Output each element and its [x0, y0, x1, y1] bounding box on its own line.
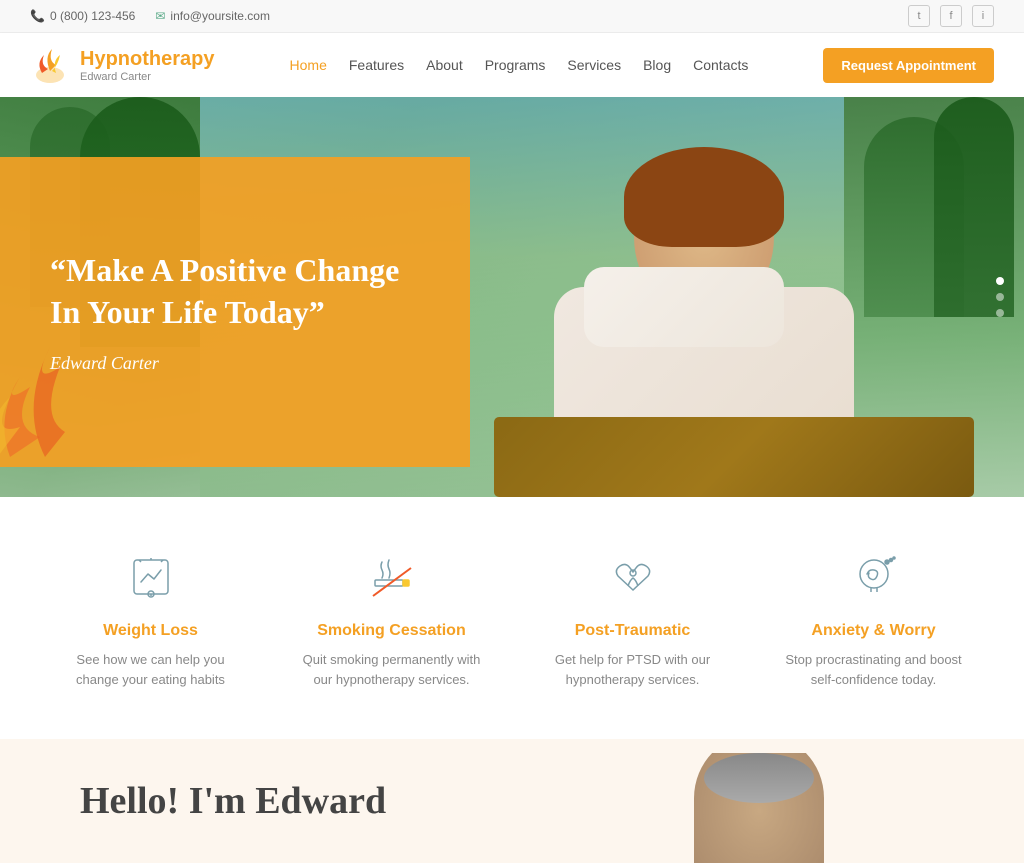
services-section: Weight Loss See how we can help you chan… — [0, 497, 1024, 739]
hello-title: Hello! I'm Edward — [80, 779, 386, 823]
service-smoking-cessation: Smoking Cessation Quit smoking permanent… — [271, 547, 512, 689]
slide-dots — [996, 277, 1004, 317]
slide-dot-3[interactable] — [996, 309, 1004, 317]
email-contact: ✉ info@yoursite.com — [155, 9, 270, 23]
nav-contacts[interactable]: Contacts — [693, 57, 748, 73]
nav-features[interactable]: Features — [349, 57, 404, 73]
weight-loss-desc: See how we can help you change your eati… — [61, 650, 241, 689]
nav-about[interactable]: About — [426, 57, 463, 73]
logo-text: Hypnotherapy Edward Carter — [80, 48, 214, 83]
hero-quote-overlay: “Make A Positive Change In Your Life Tod… — [0, 157, 470, 467]
header: Hypnotherapy Edward Carter Home Features… — [0, 33, 1024, 97]
post-traumatic-desc: Get help for PTSD with our hypnotherapy … — [543, 650, 723, 689]
slide-dot-1[interactable] — [996, 277, 1004, 285]
flame-decoration — [0, 277, 120, 477]
hello-person-image — [694, 753, 824, 863]
top-bar-contacts: 📞 0 (800) 123-456 ✉ info@yoursite.com — [30, 9, 270, 23]
top-bar: 📞 0 (800) 123-456 ✉ info@yoursite.com t … — [0, 0, 1024, 33]
social-links: t f i — [908, 5, 994, 27]
anxiety-worry-title: Anxiety & Worry — [773, 622, 974, 640]
hello-section: Hello! I'm Edward — [0, 739, 1024, 863]
logo-icon — [30, 45, 70, 85]
nav-programs[interactable]: Programs — [485, 57, 546, 73]
hero-image — [494, 127, 974, 497]
email-address: info@yoursite.com — [170, 9, 270, 23]
weight-loss-title: Weight Loss — [50, 622, 251, 640]
nav-home[interactable]: Home — [290, 57, 327, 73]
post-traumatic-title: Post-Traumatic — [532, 622, 733, 640]
phone-number: 0 (800) 123-456 — [50, 9, 135, 23]
service-post-traumatic: Post-Traumatic Get help for PTSD with ou… — [512, 547, 753, 689]
main-nav: Home Features About Programs Services Bl… — [290, 57, 749, 73]
smoking-cessation-icon — [362, 547, 422, 607]
service-anxiety-worry: Anxiety & Worry Stop procrastinating and… — [753, 547, 994, 689]
post-traumatic-icon — [603, 547, 663, 607]
logo[interactable]: Hypnotherapy Edward Carter — [30, 45, 214, 85]
email-icon: ✉ — [155, 9, 165, 23]
smoking-cessation-title: Smoking Cessation — [291, 622, 492, 640]
phone-icon: 📞 — [30, 9, 45, 23]
smoking-cessation-desc: Quit smoking permanently with our hypnot… — [302, 650, 482, 689]
anxiety-worry-icon — [844, 547, 904, 607]
instagram-icon[interactable]: i — [972, 5, 994, 27]
twitter-icon[interactable]: t — [908, 5, 930, 27]
service-weight-loss: Weight Loss See how we can help you chan… — [30, 547, 271, 689]
slide-dot-2[interactable] — [996, 293, 1004, 301]
nav-services[interactable]: Services — [567, 57, 621, 73]
request-appointment-button[interactable]: Request Appointment — [823, 48, 994, 83]
facebook-icon[interactable]: f — [940, 5, 962, 27]
hero-section: “Make A Positive Change In Your Life Tod… — [0, 97, 1024, 497]
nav-blog[interactable]: Blog — [643, 57, 671, 73]
anxiety-worry-desc: Stop procrastinating and boost self-conf… — [784, 650, 964, 689]
brand-name: Hypnotherapy — [80, 48, 214, 71]
weight-loss-icon — [121, 547, 181, 607]
brand-tagline: Edward Carter — [80, 71, 214, 83]
phone-contact: 📞 0 (800) 123-456 — [30, 9, 135, 23]
